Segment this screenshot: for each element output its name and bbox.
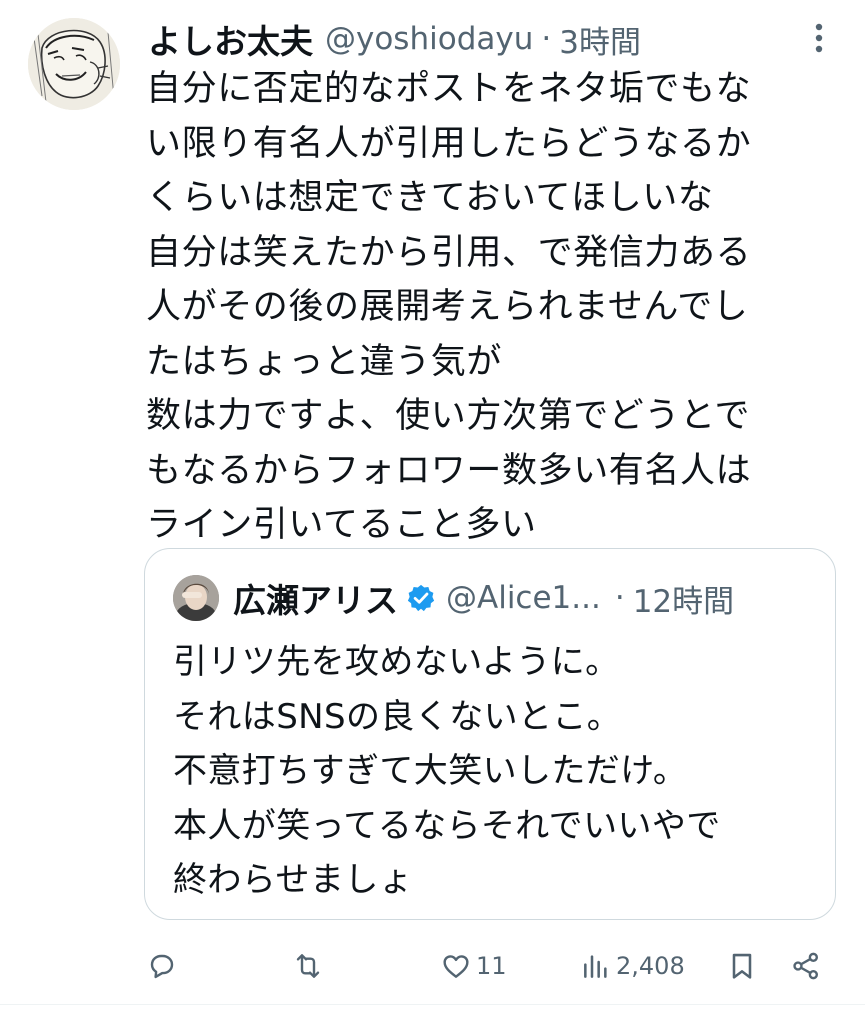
quoted-tweet-header: 広瀬アリス @Alice1... · 12時間 [173,573,734,623]
quoted-tweet-timestamp[interactable]: 12時間 [633,576,734,621]
quoted-avatar-photo [173,575,219,621]
author-display-name[interactable]: よしお太夫 [148,15,313,63]
tweet-text-line: 自分に否定的なポストをネタ垢でもな [146,69,752,109]
quoted-text-line: 引リツ先を攻めないように。 [173,642,620,682]
tweet-timestamp[interactable]: 3時間 [559,17,641,62]
retweet-icon [296,954,320,978]
quoted-author-display-name[interactable]: 広瀬アリス [233,574,398,622]
tweet-text-line: ライン引いてること多い [146,505,537,545]
author-handle[interactable]: @yoshiodayu [325,21,533,57]
reply-icon [150,954,174,979]
quoted-tweet-card[interactable]: 広瀬アリス @Alice1... · 12時間 引リツ先を攻めないように。 それ… [144,548,836,920]
like-count: 11 [476,952,507,980]
views-count: 2,408 [616,952,685,980]
bookmark-button[interactable] [726,944,758,988]
tweet-text: 自分に否定的なポストをネタ垢でもな い限り有名人が引用したらどうなるか くらいは… [146,62,836,553]
bookmark-icon [732,953,752,979]
like-button[interactable]: 11 [440,944,507,988]
tweet-text-line: 自分は笑えたから引用、で発信力ある [146,232,752,273]
tweet-text-line: い限り有名人が引用したらどうなるか [146,123,752,164]
tweet-divider [0,1004,865,1005]
quoted-text-line: 不意打ちすぎて大笑いしただけ。 [173,751,688,791]
tweet-action-bar: 11 2,408 [0,944,865,988]
avatar-sketch-image [28,18,120,110]
header-separator: · [541,21,552,57]
tweet-text-line: たはちょっと違う気が [146,341,503,382]
heart-icon [443,955,469,978]
author-avatar[interactable] [28,18,120,110]
quoted-text-line: それはSNSの良くないとこ。 [173,696,622,737]
quoted-header-separator: · [614,580,625,616]
quoted-tweet-text: 引リツ先を攻めないように。 それはSNSの良くないとこ。 不意打ちすぎて大笑いし… [173,635,813,908]
views-button[interactable]: 2,408 [580,944,685,988]
verified-badge-icon [407,584,435,612]
quoted-author-handle[interactable]: @Alice1... [446,580,601,616]
quoted-text-line: 本人が笑ってるならそれでいいやで [173,805,721,846]
tweet-text-line: 数は力ですよ、使い方次第でどうとで [146,396,751,436]
more-options-icon[interactable] [806,20,832,56]
tweet-header: よしお太夫 @yoshiodayu · 3時間 [148,14,641,64]
quoted-author-avatar[interactable] [173,575,219,621]
share-button[interactable] [790,944,822,988]
tweet-text-line: もなるからフォロワー数多い有名人は [146,450,752,491]
reply-button[interactable] [146,944,182,988]
tweet-text-line: くらいは想定できておいてほしいな [146,178,714,218]
tweet-text-line: 人がその後の展開考えられませんでし [146,287,749,327]
retweet-button[interactable] [292,944,328,988]
quoted-text-line: 終わらせましょ [173,860,414,900]
share-icon [793,952,818,980]
views-icon [584,955,607,978]
